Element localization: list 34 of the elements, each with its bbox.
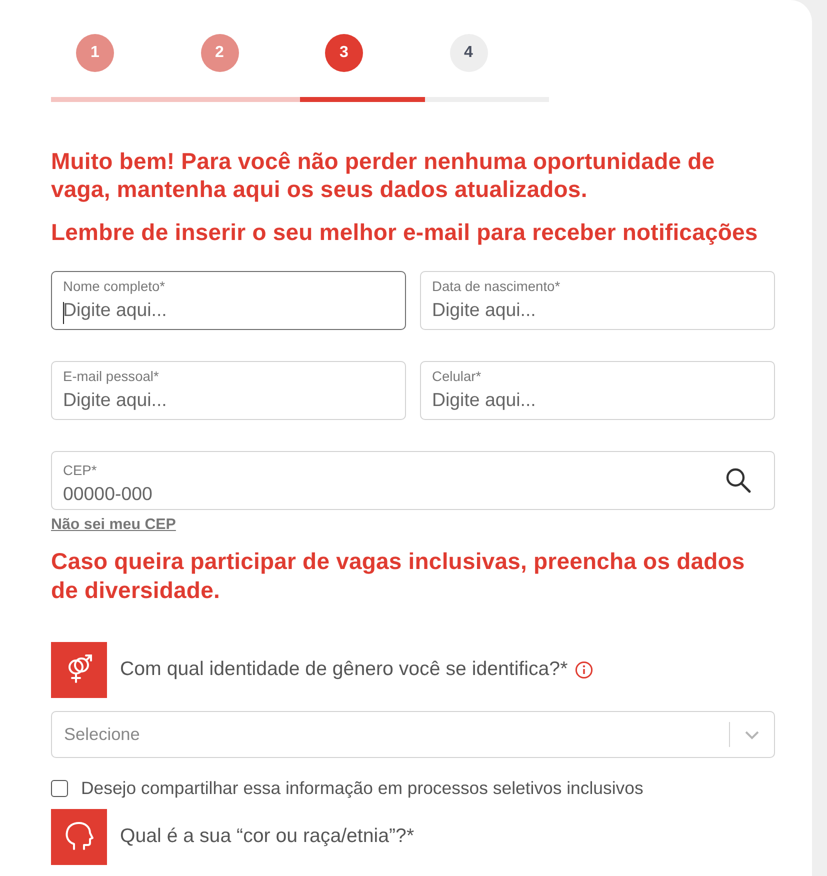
step-number: 3 [325, 34, 363, 72]
text-field[interactable]: Celular* Digite aqui... [420, 361, 775, 420]
search-icon[interactable] [725, 467, 751, 493]
diversity-heading: Caso queira participar de vagas inclusivas, preencha os dados de diversidade. [51, 547, 746, 605]
field-label: Data de nascimento* [432, 279, 562, 295]
field-label: Nome completo* [63, 279, 166, 295]
text-field[interactable]: Data de nascimento* Digite aqui... [420, 271, 775, 330]
text-field[interactable]: E-mail pessoal* Digite aqui... [51, 361, 406, 420]
head-profile-icon [51, 808, 107, 865]
checkbox-label: Desejo compartilhar essa informação em processos seletivos inclusivos [81, 777, 644, 800]
checkbox[interactable] [51, 780, 68, 797]
step-number: 4 [450, 34, 488, 72]
gender-select[interactable]: Selecione [51, 711, 775, 758]
info-icon[interactable] [574, 661, 593, 679]
race-question: Qual é a sua “cor ou raça/etnia”?* [120, 824, 414, 849]
text-input[interactable]: Digite aqui... [63, 388, 253, 412]
step-number: 2 [200, 34, 238, 72]
text-input[interactable]: Digite aqui... [63, 298, 253, 322]
text-input[interactable]: Digite aqui... [432, 388, 622, 412]
step-number: 1 [76, 34, 114, 72]
field-label: Celular* [432, 369, 482, 385]
chevron-down-icon [744, 730, 760, 740]
text-input[interactable]: Digite aqui... [432, 298, 622, 322]
text-field[interactable]: Nome completo* Digite aqui... [51, 271, 406, 330]
text-cursor [63, 302, 64, 324]
field-label: CEP* [63, 462, 98, 478]
text-input[interactable]: 00000-000 [63, 482, 253, 506]
gender-question: Com qual identidade de gênero você se identifica?* [120, 657, 568, 682]
cep-field[interactable]: CEP* 00000-000 [51, 451, 775, 510]
gender-symbol-icon [51, 642, 107, 698]
intro-heading: Lembre de inserir o seu melhor e-mail para receber notificações [51, 218, 759, 246]
cep-help-link[interactable]: Não sei meu CEP [51, 515, 176, 535]
intro-heading: Muito bem! Para você não perder nenhuma oportunidade de vaga, mantenha aqui os seus dados atualizados. [51, 147, 716, 203]
field-label: E-mail pessoal* [63, 369, 160, 385]
